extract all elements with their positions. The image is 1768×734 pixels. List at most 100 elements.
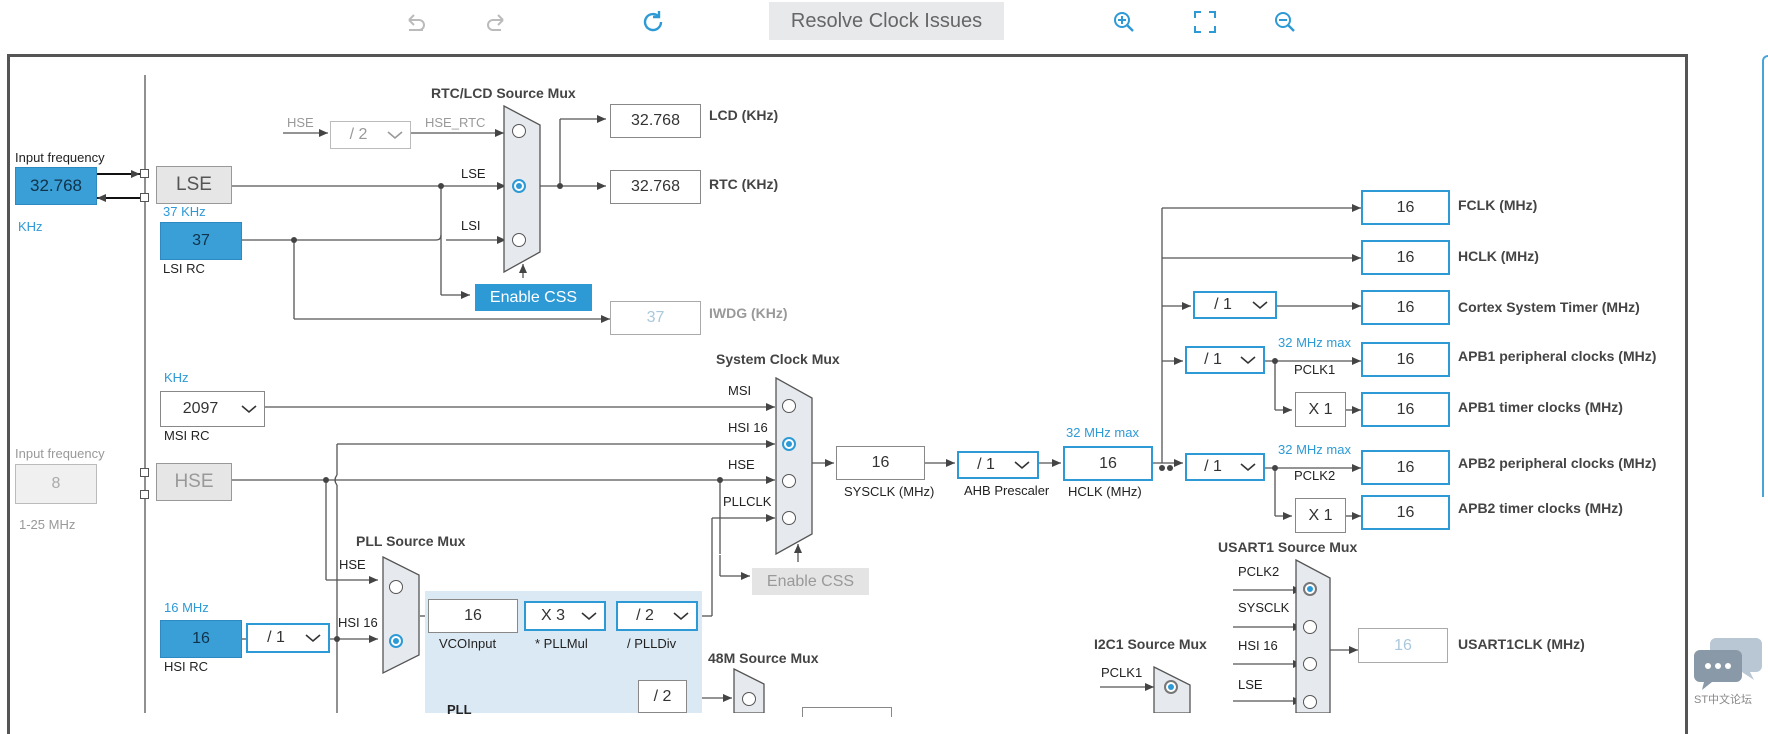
- ahb-prescaler-label: AHB Prescaler: [964, 483, 1050, 498]
- apb2-prescaler-select[interactable]: / 1: [1185, 453, 1265, 481]
- sys-mux-hse-radio[interactable]: [782, 474, 796, 488]
- apb1-peripheral-label: APB1 peripheral clocks (MHz): [1458, 348, 1657, 364]
- usart1clk-value-field[interactable]: 16: [1358, 628, 1448, 663]
- sys-mux-msi-label: MSI: [728, 383, 752, 398]
- chat-bubbles-icon[interactable]: [1694, 632, 1764, 692]
- rtc-value-field[interactable]: 32.768: [610, 170, 701, 204]
- i2c1-source-mux-title: I2C1 Source Mux: [1094, 636, 1207, 652]
- msi-rc-label: MSI RC: [164, 428, 210, 443]
- sys-mux-pllclk-radio[interactable]: [782, 511, 796, 525]
- lcd-label: LCD (KHz): [709, 107, 779, 123]
- apb1-prescaler-value: / 1: [1204, 351, 1222, 368]
- sys-mux-pllclk-label: PLLCLK: [723, 494, 772, 509]
- sysclk-value-field[interactable]: 16: [836, 446, 925, 480]
- iwdg-label: IWDG (KHz): [709, 305, 788, 321]
- apb2-prescaler-value: / 1: [1204, 458, 1222, 475]
- hclk-out-value-field[interactable]: 16: [1361, 240, 1450, 275]
- enable-css-lse-button[interactable]: Enable CSS: [475, 284, 592, 311]
- hse-block[interactable]: HSE: [156, 463, 232, 501]
- pll-div-select[interactable]: / 2: [616, 601, 698, 631]
- sys-mux-hsi16-radio[interactable]: [782, 437, 796, 451]
- hse-input-frequency-field[interactable]: 8: [15, 464, 97, 504]
- pll-div-label: / PLLDiv: [627, 636, 677, 651]
- usart1-lse-radio[interactable]: [1303, 695, 1317, 709]
- chevron-down-icon: [387, 131, 403, 140]
- lsi-rc-label: LSI RC: [163, 261, 205, 276]
- rtc-mux-lse-radio[interactable]: [512, 179, 526, 193]
- usart1-pclk2-radio[interactable]: [1303, 582, 1317, 596]
- chevron-down-icon: [1252, 301, 1268, 310]
- hse-rtc-divider-select[interactable]: / 2: [330, 121, 411, 149]
- hsi-divider-value: / 1: [267, 629, 285, 646]
- apb1-timer-value-field[interactable]: 16: [1361, 392, 1450, 427]
- hsi-divider-select[interactable]: / 1: [246, 623, 330, 653]
- rtc-mux-lsi-label: LSI: [461, 218, 481, 233]
- rtc-mux-hse-radio[interactable]: [512, 124, 526, 138]
- forum-label: ST中文论坛: [1694, 694, 1753, 706]
- lse-unit-label: KHz: [18, 219, 43, 234]
- usart1-hsi16-radio[interactable]: [1303, 657, 1317, 671]
- pll-mux-hse-radio[interactable]: [389, 580, 403, 594]
- apb1-prescaler-select[interactable]: / 1: [1185, 346, 1265, 374]
- chevron-down-icon: [1014, 461, 1030, 470]
- pll-mul-label: * PLLMul: [535, 636, 588, 651]
- apb1-peripheral-value-field[interactable]: 16: [1361, 342, 1450, 377]
- hse-rtc-label: HSE_RTC: [425, 115, 486, 130]
- system-clock-mux-title: System Clock Mux: [716, 351, 840, 367]
- pll-mux-shape: [382, 555, 420, 675]
- pll-mul-value: X 3: [540, 607, 565, 624]
- lse-input-frequency-label: Input frequency: [15, 150, 105, 165]
- pll-mux-hsi16-label: HSI 16: [338, 615, 378, 630]
- lse-block[interactable]: LSE: [156, 166, 232, 204]
- vco-input-label: VCOInput: [439, 636, 497, 651]
- pll-region-label: PLL: [447, 702, 472, 717]
- vco-input-field[interactable]: 16: [428, 599, 518, 633]
- apb2-timer-multiplier: X 1: [1295, 498, 1346, 533]
- rtc-hse-label: HSE: [287, 115, 314, 130]
- hclk-value-field[interactable]: 16: [1063, 446, 1153, 481]
- apb2-peripheral-label: APB2 peripheral clocks (MHz): [1458, 455, 1657, 471]
- usart1-source-mux-title: USART1 Source Mux: [1218, 539, 1358, 555]
- hsi-rc-label: HSI RC: [164, 659, 209, 674]
- fclk-label: FCLK (MHz): [1458, 197, 1538, 213]
- enable-css-hse-button[interactable]: Enable CSS: [752, 568, 869, 595]
- chevron-down-icon: [1240, 463, 1256, 472]
- hsi-rc-field: 16: [160, 620, 242, 658]
- chevron-down-icon: [673, 612, 689, 621]
- lse-input-frequency-field[interactable]: 32.768: [15, 167, 97, 205]
- 48m-mux-radio[interactable]: [742, 692, 756, 706]
- hclk-max-label: 32 MHz max: [1066, 425, 1139, 440]
- cortex-timer-divider-select[interactable]: / 1: [1193, 291, 1277, 319]
- fclk-value-field[interactable]: 16: [1361, 190, 1450, 225]
- i2c1-pclk1-radio[interactable]: [1164, 680, 1178, 694]
- rtc-mux-title: RTC/LCD Source Mux: [431, 85, 576, 101]
- apb1-max-label: 32 MHz max: [1278, 335, 1351, 350]
- sys-mux-msi-radio[interactable]: [782, 399, 796, 413]
- hclk-label: HCLK (MHz): [1068, 484, 1142, 499]
- usart1-hsi16-label: HSI 16: [1238, 638, 1278, 653]
- rtc-mux-lsi-radio[interactable]: [512, 233, 526, 247]
- msi-range-select[interactable]: 2097: [160, 391, 265, 427]
- apb2-timer-value-field[interactable]: 16: [1361, 495, 1450, 530]
- usart1-sysclk-radio[interactable]: [1303, 620, 1317, 634]
- usart1-pclk2-label: PCLK2: [1238, 564, 1280, 579]
- pll-mux-hsi16-radio[interactable]: [389, 634, 403, 648]
- pclk2-label: PCLK2: [1294, 468, 1336, 483]
- msi-unit-label: KHz: [164, 370, 189, 385]
- pll-source-mux-title: PLL Source Mux: [356, 533, 466, 549]
- pll-mul-select[interactable]: X 3: [524, 601, 606, 631]
- pclk1-label: PCLK1: [1294, 362, 1336, 377]
- apb2-timer-label: APB2 timer clocks (MHz): [1458, 500, 1623, 516]
- usart1-lse-label: LSE: [1238, 677, 1263, 692]
- lcd-value-field[interactable]: 32.768: [610, 104, 701, 138]
- apb2-peripheral-value-field[interactable]: 16: [1361, 450, 1450, 485]
- iwdg-value-field[interactable]: 37: [610, 301, 701, 335]
- cortex-timer-value-field[interactable]: 16: [1361, 290, 1450, 325]
- pll-mux-hse-label: HSE: [339, 557, 366, 572]
- cortex-timer-label: Cortex System Timer (MHz): [1458, 299, 1640, 315]
- ahb-prescaler-select[interactable]: / 1: [957, 451, 1039, 479]
- rtc-mux-lse-label: LSE: [461, 166, 486, 181]
- chevron-down-icon: [305, 634, 321, 643]
- hse-rtc-divider-value: / 2: [349, 126, 368, 143]
- lse-port-in: [140, 169, 149, 178]
